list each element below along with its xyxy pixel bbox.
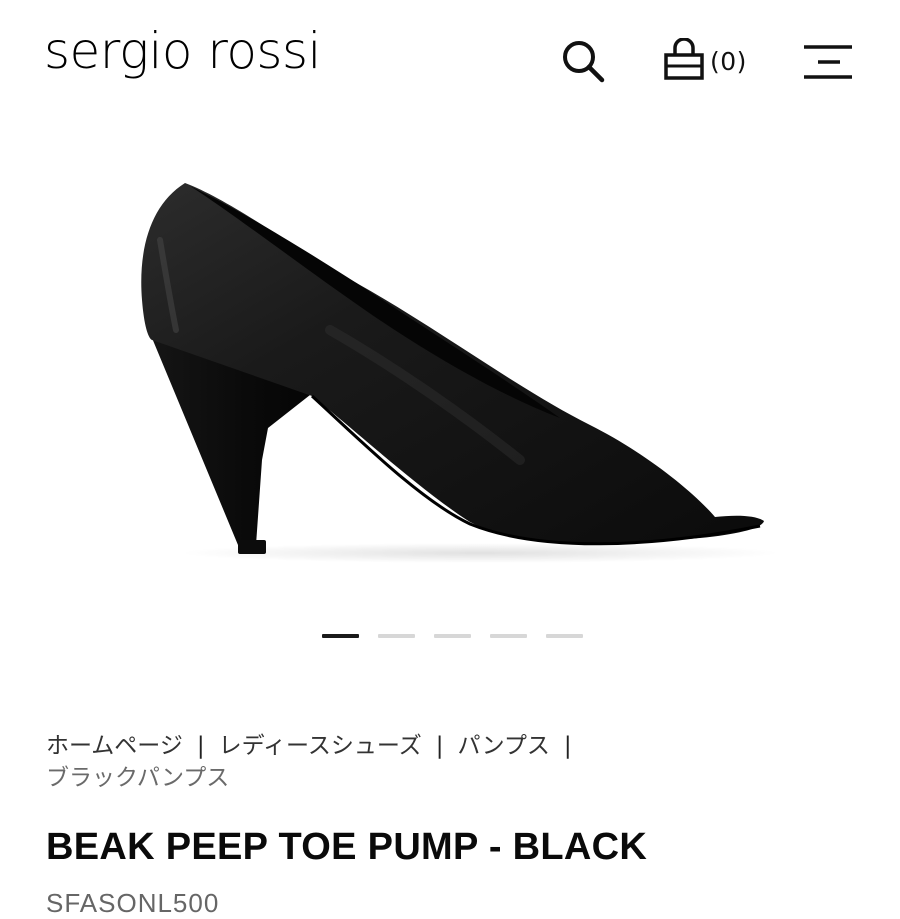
breadcrumb-item-pumps[interactable]: パンプス — [457, 733, 549, 759]
breadcrumb-separator: | — [563, 733, 572, 759]
cart-count: (0) — [710, 46, 747, 76]
cart-button[interactable]: (0) — [660, 36, 747, 86]
breadcrumb-item-home[interactable]: ホームページ — [46, 733, 183, 759]
search-icon — [563, 41, 605, 83]
carousel-pagination — [322, 634, 583, 638]
breadcrumb: ホームページ | レディースシューズ | パンプス | ブラックパンプス — [46, 730, 726, 794]
carousel-dot-4[interactable] — [490, 634, 527, 638]
breadcrumb-current: ブラックパンプス — [46, 765, 230, 791]
product-code: SFASONL500 — [46, 888, 220, 918]
carousel-dot-2[interactable] — [378, 634, 415, 638]
hamburger-menu-icon — [804, 45, 852, 79]
carousel-dot-3[interactable] — [434, 634, 471, 638]
breadcrumb-separator: | — [196, 733, 205, 759]
breadcrumb-item-womens-shoes[interactable]: レディースシューズ — [219, 733, 422, 759]
shopping-bag-icon — [664, 38, 704, 80]
search-button[interactable] — [558, 36, 608, 86]
menu-button[interactable] — [802, 42, 854, 82]
product-title: BEAK PEEP TOE PUMP - BLACK — [46, 826, 648, 868]
brand-logo[interactable]: sergio rossi — [44, 26, 321, 76]
carousel-dot-5[interactable] — [546, 634, 583, 638]
breadcrumb-separator: | — [435, 733, 444, 759]
black-pump-shoe-image — [141, 183, 780, 563]
product-image[interactable] — [0, 140, 900, 610]
site-header: sergio rossi (0) — [0, 0, 900, 125]
carousel-dot-1[interactable] — [322, 634, 359, 638]
